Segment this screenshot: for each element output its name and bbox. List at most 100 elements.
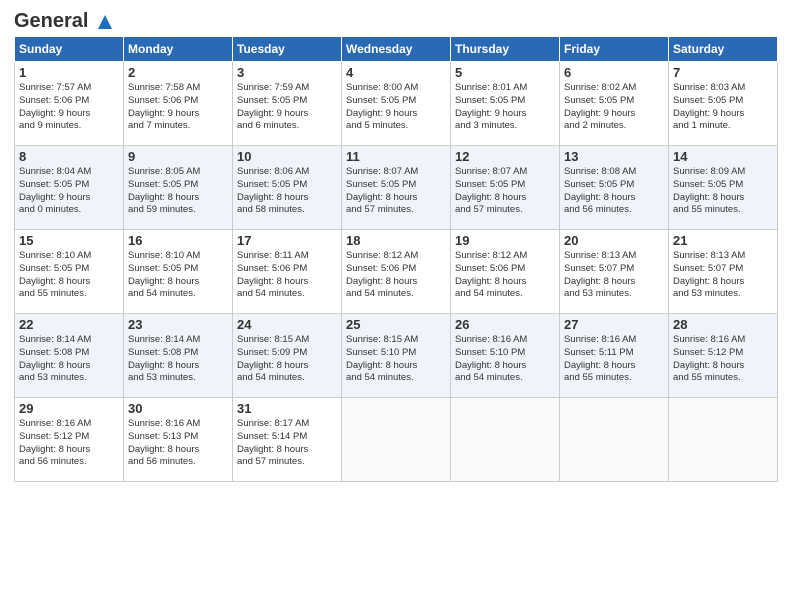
day-detail: Sunrise: 8:07 AM Sunset: 5:05 PM Dayligh…: [455, 166, 555, 217]
day-detail: Sunrise: 8:17 AM Sunset: 5:14 PM Dayligh…: [237, 418, 337, 469]
day-number: 16: [128, 233, 228, 248]
day-detail: Sunrise: 8:12 AM Sunset: 5:06 PM Dayligh…: [346, 250, 446, 301]
calendar-cell: 31 Sunrise: 8:17 AM Sunset: 5:14 PM Dayli…: [233, 398, 342, 482]
day-number: 1: [19, 65, 119, 80]
calendar-cell: 5Sunrise: 8:01 AM Sunset: 5:05 PM Daylig…: [451, 62, 560, 146]
day-number: 19: [455, 233, 555, 248]
day-detail: Sunrise: 8:15 AM Sunset: 5:10 PM Dayligh…: [346, 334, 446, 385]
day-detail: Sunrise: 8:10 AM Sunset: 5:05 PM Dayligh…: [19, 250, 119, 301]
calendar-cell: 15Sunrise: 8:10 AM Sunset: 5:05 PM Dayli…: [15, 230, 124, 314]
weekday-header: Sunday: [15, 37, 124, 62]
day-detail: Sunrise: 8:06 AM Sunset: 5:05 PM Dayligh…: [237, 166, 337, 217]
day-detail: Sunrise: 8:11 AM Sunset: 5:06 PM Dayligh…: [237, 250, 337, 301]
weekday-header: Tuesday: [233, 37, 342, 62]
day-number: 5: [455, 65, 555, 80]
day-number: 28: [673, 317, 773, 332]
day-detail: Sunrise: 8:14 AM Sunset: 5:08 PM Dayligh…: [19, 334, 119, 385]
weekday-header: Friday: [560, 37, 669, 62]
day-number: 2: [128, 65, 228, 80]
calendar-cell: 30 Sunrise: 8:16 AM Sunset: 5:13 PM Dayli…: [124, 398, 233, 482]
day-detail: Sunrise: 8:15 AM Sunset: 5:09 PM Dayligh…: [237, 334, 337, 385]
day-detail: Sunrise: 8:04 AM Sunset: 5:05 PM Dayligh…: [19, 166, 119, 217]
page-container: General SundayMondayTuesdayWednesdayThur…: [0, 0, 792, 490]
day-number: 24: [237, 317, 337, 332]
logo: General: [14, 10, 114, 30]
day-detail: Sunrise: 8:03 AM Sunset: 5:05 PM Dayligh…: [673, 82, 773, 133]
weekday-header: Monday: [124, 37, 233, 62]
calendar-cell: 25Sunrise: 8:15 AM Sunset: 5:10 PM Dayli…: [342, 314, 451, 398]
day-number: 14: [673, 149, 773, 164]
day-detail: Sunrise: 8:10 AM Sunset: 5:05 PM Dayligh…: [128, 250, 228, 301]
calendar-cell: 3 Sunrise: 7:59 AM Sunset: 5:05 PM Daylig…: [233, 62, 342, 146]
day-number: 8: [19, 149, 119, 164]
day-number: 30: [128, 401, 228, 416]
day-number: 29: [19, 401, 119, 416]
calendar-cell: 9 Sunrise: 8:05 AM Sunset: 5:05 PM Daylig…: [124, 146, 233, 230]
day-detail: Sunrise: 8:08 AM Sunset: 5:05 PM Dayligh…: [564, 166, 664, 217]
day-number: 27: [564, 317, 664, 332]
day-number: 11: [346, 149, 446, 164]
weekday-header: Thursday: [451, 37, 560, 62]
calendar-cell: 27 Sunrise: 8:16 AM Sunset: 5:11 PM Dayli…: [560, 314, 669, 398]
calendar-cell: 23 Sunrise: 8:14 AM Sunset: 5:08 PM Dayli…: [124, 314, 233, 398]
calendar-cell: [669, 398, 778, 482]
day-number: 26: [455, 317, 555, 332]
calendar-week-row: 22 Sunrise: 8:14 AM Sunset: 5:08 PM Dayli…: [15, 314, 778, 398]
day-number: 20: [564, 233, 664, 248]
day-detail: Sunrise: 7:57 AM Sunset: 5:06 PM Dayligh…: [19, 82, 119, 133]
day-detail: Sunrise: 8:16 AM Sunset: 5:11 PM Dayligh…: [564, 334, 664, 385]
calendar-week-row: 15Sunrise: 8:10 AM Sunset: 5:05 PM Dayli…: [15, 230, 778, 314]
day-detail: Sunrise: 8:12 AM Sunset: 5:06 PM Dayligh…: [455, 250, 555, 301]
calendar-cell: 17 Sunrise: 8:11 AM Sunset: 5:06 PM Dayli…: [233, 230, 342, 314]
day-detail: Sunrise: 8:16 AM Sunset: 5:13 PM Dayligh…: [128, 418, 228, 469]
day-detail: Sunrise: 8:05 AM Sunset: 5:05 PM Dayligh…: [128, 166, 228, 217]
calendar-cell: 26 Sunrise: 8:16 AM Sunset: 5:10 PM Dayli…: [451, 314, 560, 398]
calendar-cell: 13 Sunrise: 8:08 AM Sunset: 5:05 PM Dayli…: [560, 146, 669, 230]
calendar-cell: 7Sunrise: 8:03 AM Sunset: 5:05 PM Daylig…: [669, 62, 778, 146]
day-detail: Sunrise: 8:09 AM Sunset: 5:05 PM Dayligh…: [673, 166, 773, 217]
weekday-header: Saturday: [669, 37, 778, 62]
calendar-cell: 29Sunrise: 8:16 AM Sunset: 5:12 PM Dayli…: [15, 398, 124, 482]
calendar-cell: 2Sunrise: 7:58 AM Sunset: 5:06 PM Daylig…: [124, 62, 233, 146]
calendar-cell: 28Sunrise: 8:16 AM Sunset: 5:12 PM Dayli…: [669, 314, 778, 398]
day-number: 31: [237, 401, 337, 416]
day-number: 12: [455, 149, 555, 164]
day-number: 6: [564, 65, 664, 80]
day-number: 3: [237, 65, 337, 80]
logo-general: General: [14, 10, 88, 32]
calendar-cell: [560, 398, 669, 482]
logo-arrow-icon: [96, 13, 114, 31]
day-number: 4: [346, 65, 446, 80]
calendar-cell: [451, 398, 560, 482]
weekday-header: Wednesday: [342, 37, 451, 62]
calendar-cell: 21 Sunrise: 8:13 AM Sunset: 5:07 PM Dayli…: [669, 230, 778, 314]
calendar-cell: [342, 398, 451, 482]
day-detail: Sunrise: 8:07 AM Sunset: 5:05 PM Dayligh…: [346, 166, 446, 217]
calendar-week-row: 1 Sunrise: 7:57 AM Sunset: 5:06 PM Daylig…: [15, 62, 778, 146]
calendar-header-row: SundayMondayTuesdayWednesdayThursdayFrid…: [15, 37, 778, 62]
calendar-cell: 1 Sunrise: 7:57 AM Sunset: 5:06 PM Daylig…: [15, 62, 124, 146]
calendar-cell: 8 Sunrise: 8:04 AM Sunset: 5:05 PM Daylig…: [15, 146, 124, 230]
day-number: 18: [346, 233, 446, 248]
calendar-cell: 12 Sunrise: 8:07 AM Sunset: 5:05 PM Dayli…: [451, 146, 560, 230]
calendar-cell: 18 Sunrise: 8:12 AM Sunset: 5:06 PM Dayli…: [342, 230, 451, 314]
calendar-cell: 14 Sunrise: 8:09 AM Sunset: 5:05 PM Dayli…: [669, 146, 778, 230]
calendar-cell: 22 Sunrise: 8:14 AM Sunset: 5:08 PM Dayli…: [15, 314, 124, 398]
day-number: 22: [19, 317, 119, 332]
day-number: 21: [673, 233, 773, 248]
calendar-cell: 19 Sunrise: 8:12 AM Sunset: 5:06 PM Dayli…: [451, 230, 560, 314]
day-detail: Sunrise: 8:02 AM Sunset: 5:05 PM Dayligh…: [564, 82, 664, 133]
day-detail: Sunrise: 8:13 AM Sunset: 5:07 PM Dayligh…: [673, 250, 773, 301]
day-number: 13: [564, 149, 664, 164]
calendar-cell: 20Sunrise: 8:13 AM Sunset: 5:07 PM Dayli…: [560, 230, 669, 314]
calendar-cell: 24 Sunrise: 8:15 AM Sunset: 5:09 PM Dayli…: [233, 314, 342, 398]
calendar-cell: 11 Sunrise: 8:07 AM Sunset: 5:05 PM Dayli…: [342, 146, 451, 230]
day-detail: Sunrise: 8:14 AM Sunset: 5:08 PM Dayligh…: [128, 334, 228, 385]
day-number: 23: [128, 317, 228, 332]
logo-text: General: [14, 10, 114, 32]
calendar-cell: 16 Sunrise: 8:10 AM Sunset: 5:05 PM Dayli…: [124, 230, 233, 314]
day-number: 9: [128, 149, 228, 164]
day-detail: Sunrise: 7:59 AM Sunset: 5:05 PM Dayligh…: [237, 82, 337, 133]
day-number: 17: [237, 233, 337, 248]
day-detail: Sunrise: 8:16 AM Sunset: 5:10 PM Dayligh…: [455, 334, 555, 385]
